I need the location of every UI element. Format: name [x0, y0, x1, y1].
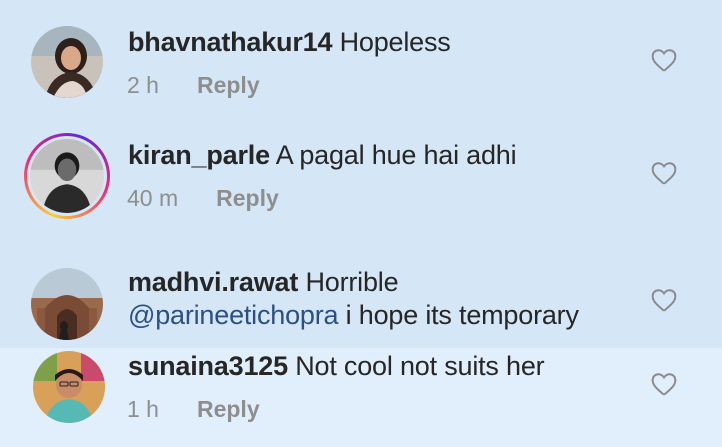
comment-username[interactable]: kiran_parle: [128, 140, 270, 170]
comment-body: Hopeless: [339, 27, 451, 57]
reply-button[interactable]: Reply: [197, 396, 260, 422]
user-avatar-icon: [31, 268, 103, 340]
comment-time: 2 h: [127, 72, 159, 98]
comment-item: bhavnathakur14 Hopeless 2 h Reply: [0, 0, 722, 118]
heart-outline-icon[interactable]: [651, 288, 677, 312]
avatar[interactable]: [33, 351, 105, 423]
comment-meta: 2 h Reply: [127, 72, 260, 99]
comment-username[interactable]: madhvi.rawat: [128, 267, 298, 297]
comment-body: i hope its temporary: [345, 300, 579, 330]
comment-text: sunaina3125 Not cool not suits her: [128, 351, 545, 382]
mention-link[interactable]: @parineetichopra: [128, 300, 339, 330]
comment-item: madhvi.rawat Horrible @parineetichopra i…: [0, 248, 722, 348]
heart-outline-icon[interactable]: [651, 372, 677, 396]
comment-item: sunaina3125 Not cool not suits her 1 h Re…: [0, 348, 722, 447]
reply-button[interactable]: Reply: [216, 185, 279, 211]
avatar[interactable]: [24, 133, 110, 219]
user-avatar-icon: [33, 351, 105, 423]
avatar[interactable]: [31, 26, 103, 98]
heart-outline-icon[interactable]: [651, 161, 677, 185]
comment-username[interactable]: bhavnathakur14: [128, 27, 332, 57]
avatar[interactable]: [31, 268, 103, 340]
comment-item: kiran_parle A pagal hue hai adhi 40 m Rep…: [0, 118, 722, 248]
comment-text-continued: @parineetichopra i hope its temporary: [128, 300, 579, 331]
user-avatar-icon: [30, 139, 104, 213]
comment-time: 40 m: [127, 185, 179, 211]
comment-text: kiran_parle A pagal hue hai adhi: [128, 140, 517, 171]
reply-button[interactable]: Reply: [197, 72, 260, 98]
heart-outline-icon[interactable]: [651, 48, 677, 72]
comment-text: bhavnathakur14 Hopeless: [128, 27, 451, 58]
comment-username[interactable]: sunaina3125: [128, 351, 288, 381]
comment-time: 1 h: [127, 396, 159, 422]
comment-body: Not cool not suits her: [295, 351, 545, 381]
comment-meta: 40 m Reply: [127, 185, 279, 212]
user-avatar-icon: [31, 26, 103, 98]
comment-body: A pagal hue hai adhi: [275, 140, 517, 170]
comment-text: madhvi.rawat Horrible: [128, 267, 399, 298]
comment-meta: 1 h Reply: [127, 396, 260, 423]
comment-body: Horrible: [305, 267, 399, 297]
